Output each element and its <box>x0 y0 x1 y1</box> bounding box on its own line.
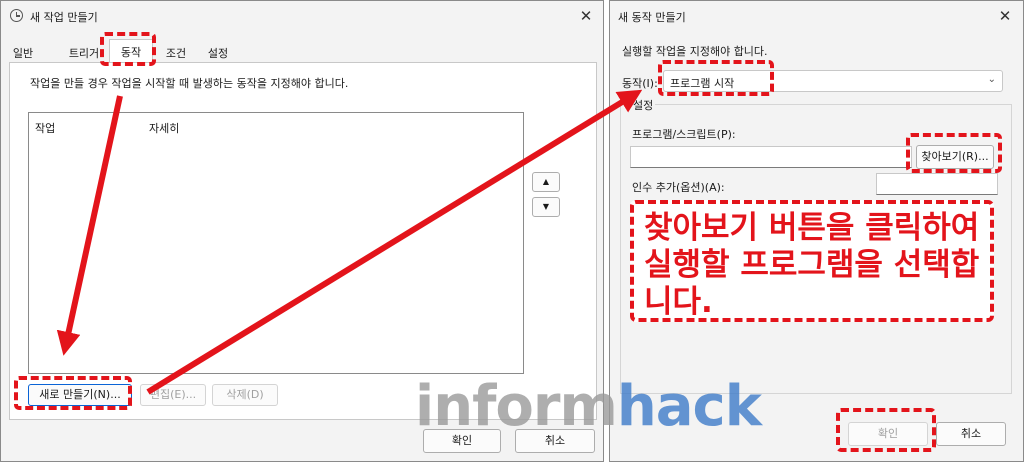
callout-text: 찾아보기 버튼을 클릭하여 실행할 프로그램을 선택합니다. <box>644 210 980 320</box>
tab-settings[interactable]: 설정 <box>197 41 239 62</box>
program-label: 프로그램/스크립트(P): <box>632 128 736 141</box>
tab-conditions[interactable]: 조건 <box>155 41 197 62</box>
close-icon[interactable]: ✕ <box>576 6 596 26</box>
tab-general[interactable]: 일반 <box>5 41 41 62</box>
move-down-button[interactable]: ▼ <box>532 197 560 217</box>
watermark-part1: inform <box>415 374 618 439</box>
instruction-text: 실행할 작업을 지정해야 합니다. <box>622 45 768 58</box>
highlight-new-button <box>14 376 132 410</box>
column-header-action[interactable]: 작업 <box>35 120 55 136</box>
dialog-title: 새 동작 만들기 <box>618 11 686 24</box>
title-bar: 새 작업 만들기 ✕ <box>1 1 603 31</box>
instruction-callout: 찾아보기 버튼을 클릭하여 실행할 프로그램을 선택합니다. <box>630 200 994 322</box>
actions-list[interactable]: 작업 자세히 <box>28 112 524 374</box>
move-up-button[interactable]: ▲ <box>532 172 560 192</box>
watermark-logo: informhack <box>415 372 762 442</box>
watermark-part2: hack <box>616 374 762 439</box>
title-bar: 새 동작 만들기 ✕ <box>610 1 1023 31</box>
delete-action-button[interactable]: 삭제(D) <box>212 384 278 406</box>
column-header-details[interactable]: 자세히 <box>149 120 179 136</box>
action-label: 동작(I): <box>622 77 658 90</box>
arguments-input[interactable] <box>876 173 998 195</box>
highlight-ok-button <box>836 408 936 452</box>
close-icon[interactable]: ✕ <box>995 6 1015 26</box>
cancel-button[interactable]: 취소 <box>936 422 1006 446</box>
highlight-action-select <box>658 60 774 96</box>
dialog-title: 새 작업 만들기 <box>30 11 98 24</box>
highlight-actions-tab <box>100 32 156 66</box>
clock-icon <box>10 9 23 22</box>
actions-panel: 작업을 만들 경우 작업을 시작할 때 발생하는 동작을 지정해야 합니다. 작… <box>9 62 597 420</box>
actions-description: 작업을 만들 경우 작업을 시작할 때 발생하는 동작을 지정해야 합니다. <box>30 77 349 90</box>
settings-label: 설정 <box>631 97 656 113</box>
edit-action-button[interactable]: 편집(E)... <box>140 384 206 406</box>
program-input[interactable] <box>630 146 912 168</box>
arguments-label: 인수 추가(옵션)(A): <box>632 181 725 194</box>
chevron-down-icon: ⌄ <box>987 74 996 85</box>
highlight-browse-button <box>906 133 1002 173</box>
